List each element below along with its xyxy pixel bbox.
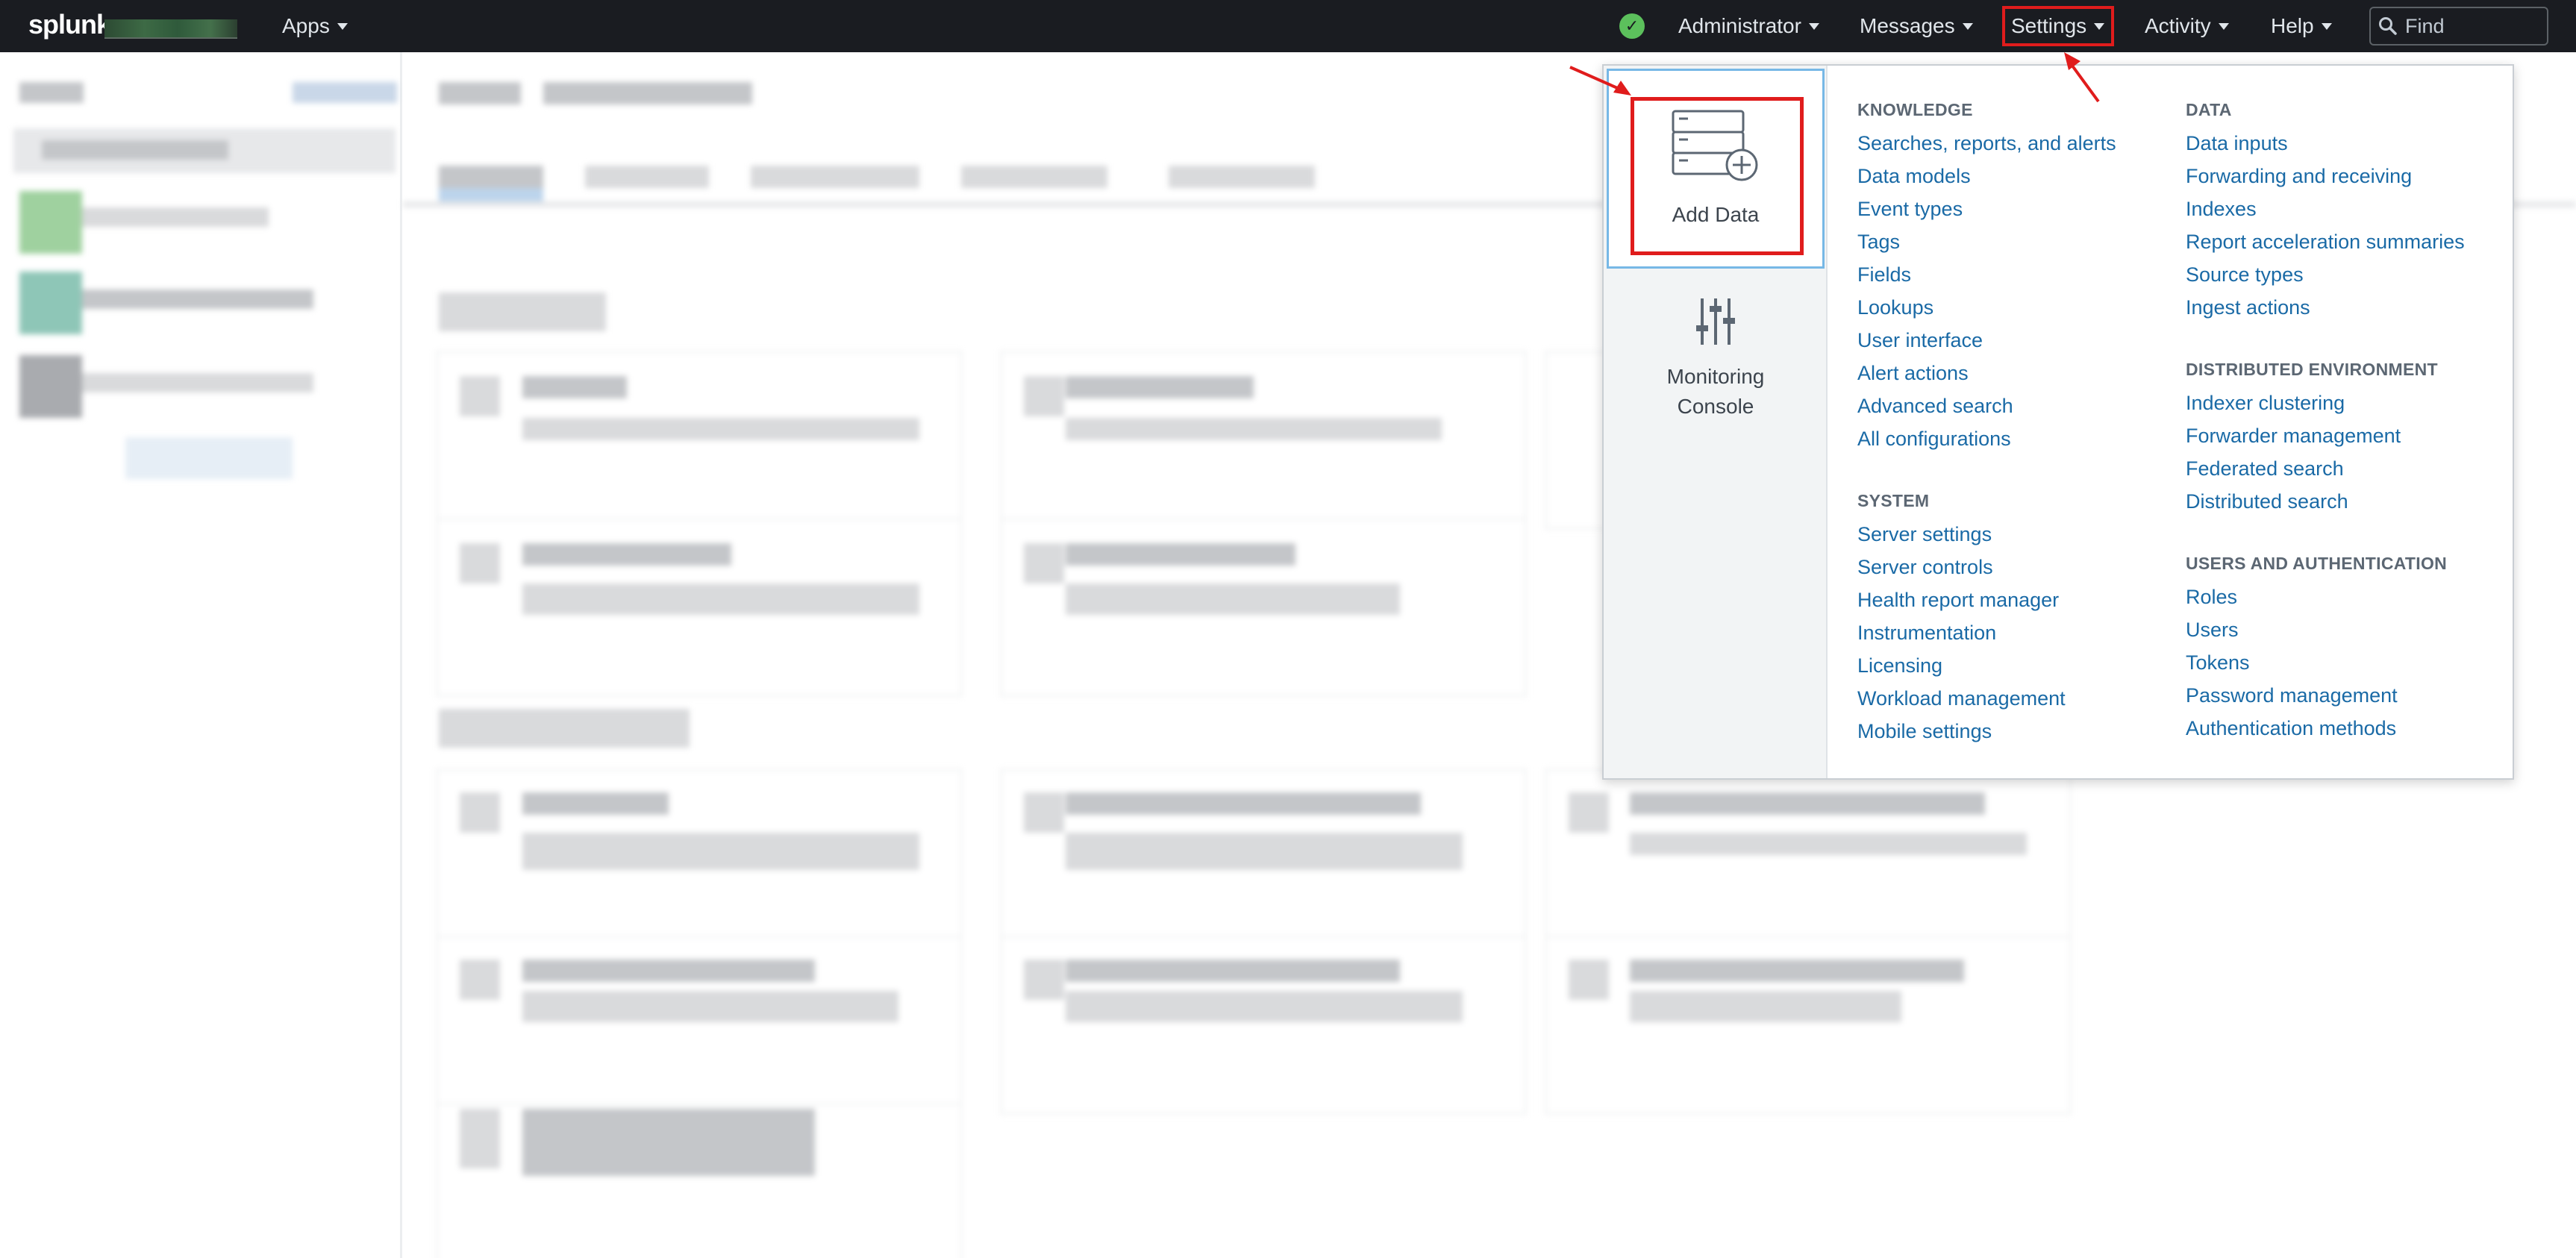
link-mobile-settings[interactable]: Mobile settings	[1857, 720, 1992, 743]
link-data-models[interactable]: Data models	[1857, 165, 1971, 188]
messages-menu[interactable]: Messages	[1860, 12, 1973, 40]
chevron-down-icon	[1808, 22, 1819, 30]
link-instrumentation[interactable]: Instrumentation	[1857, 622, 1996, 645]
data-section-title: DATA	[2186, 100, 2232, 119]
users-authentication-section-title: USERS AND AUTHENTICATION	[2186, 554, 2448, 573]
add-data-highlight-box	[1631, 97, 1804, 255]
system-section-title: SYSTEM	[1857, 491, 1930, 510]
activity-menu-label: Activity	[2145, 14, 2211, 37]
administrator-menu-label: Administrator	[1678, 14, 1801, 37]
help-menu[interactable]: Help	[2271, 12, 2332, 40]
link-fields[interactable]: Fields	[1857, 263, 1911, 287]
check-circle-icon[interactable]: ✓	[1619, 13, 1645, 39]
redacted-instance-name	[104, 19, 237, 39]
chevron-down-icon	[2321, 22, 2332, 30]
link-advanced-search[interactable]: Advanced search	[1857, 395, 2013, 418]
settings-highlight-box	[2002, 6, 2114, 46]
find-search-input[interactable]: Find	[2369, 7, 2548, 46]
link-searches-reports-alerts[interactable]: Searches, reports, and alerts	[1857, 132, 2116, 155]
arrow-to-add-data-icon	[1569, 66, 1631, 96]
help-menu-label: Help	[2271, 14, 2314, 37]
link-tags[interactable]: Tags	[1857, 231, 1900, 254]
arrow-to-settings-icon	[2064, 52, 2100, 103]
link-forwarding-receiving[interactable]: Forwarding and receiving	[2186, 165, 2412, 188]
link-server-settings[interactable]: Server settings	[1857, 523, 1992, 546]
chevron-down-icon	[2218, 22, 2229, 30]
link-server-controls[interactable]: Server controls	[1857, 556, 1993, 579]
apps-menu-label: Apps	[282, 14, 330, 37]
link-forwarder-management[interactable]: Forwarder management	[2186, 425, 2401, 448]
link-user-interface[interactable]: User interface	[1857, 329, 1983, 352]
monitoring-console-tile[interactable]: Monitoring Console	[1607, 290, 1825, 498]
link-workload-management[interactable]: Workload management	[1857, 687, 2066, 710]
link-health-report-manager[interactable]: Health report manager	[1857, 589, 2059, 612]
messages-menu-label: Messages	[1860, 14, 1955, 37]
search-icon	[2379, 17, 2397, 35]
link-tokens[interactable]: Tokens	[2186, 651, 2250, 675]
link-alert-actions[interactable]: Alert actions	[1857, 362, 1969, 385]
link-roles[interactable]: Roles	[2186, 586, 2237, 609]
splunk-logo[interactable]: splunk	[28, 9, 111, 40]
link-all-configurations[interactable]: All configurations	[1857, 428, 2011, 451]
distributed-environment-section-title: DISTRIBUTED ENVIRONMENT	[2186, 360, 2438, 379]
link-users[interactable]: Users	[2186, 619, 2239, 642]
link-indexes[interactable]: Indexes	[2186, 198, 2257, 221]
monitoring-console-label: Monitoring Console	[1666, 365, 1765, 418]
link-ingest-actions[interactable]: Ingest actions	[2186, 296, 2310, 319]
chevron-down-icon	[1962, 22, 1973, 30]
activity-menu[interactable]: Activity	[2145, 12, 2229, 40]
link-indexer-clustering[interactable]: Indexer clustering	[2186, 392, 2345, 415]
link-authentication-methods[interactable]: Authentication methods	[2186, 717, 2396, 740]
link-distributed-search[interactable]: Distributed search	[2186, 490, 2348, 513]
find-placeholder: Find	[2405, 14, 2445, 37]
link-report-acceleration-summaries[interactable]: Report acceleration summaries	[2186, 231, 2465, 254]
chevron-down-icon	[337, 22, 348, 30]
link-source-types[interactable]: Source types	[2186, 263, 2304, 287]
top-navigation-bar: splunk Apps ✓ Administrator Messages Set…	[0, 0, 2576, 52]
link-licensing[interactable]: Licensing	[1857, 654, 1942, 677]
link-data-inputs[interactable]: Data inputs	[2186, 132, 2288, 155]
apps-menu[interactable]: Apps	[282, 12, 348, 40]
administrator-menu[interactable]: Administrator	[1678, 12, 1819, 40]
link-federated-search[interactable]: Federated search	[2186, 457, 2344, 481]
link-password-management[interactable]: Password management	[2186, 684, 2398, 707]
sliders-icon	[1696, 298, 1735, 345]
link-lookups[interactable]: Lookups	[1857, 296, 1933, 319]
link-event-types[interactable]: Event types	[1857, 198, 1963, 221]
knowledge-section-title: KNOWLEDGE	[1857, 100, 1973, 119]
